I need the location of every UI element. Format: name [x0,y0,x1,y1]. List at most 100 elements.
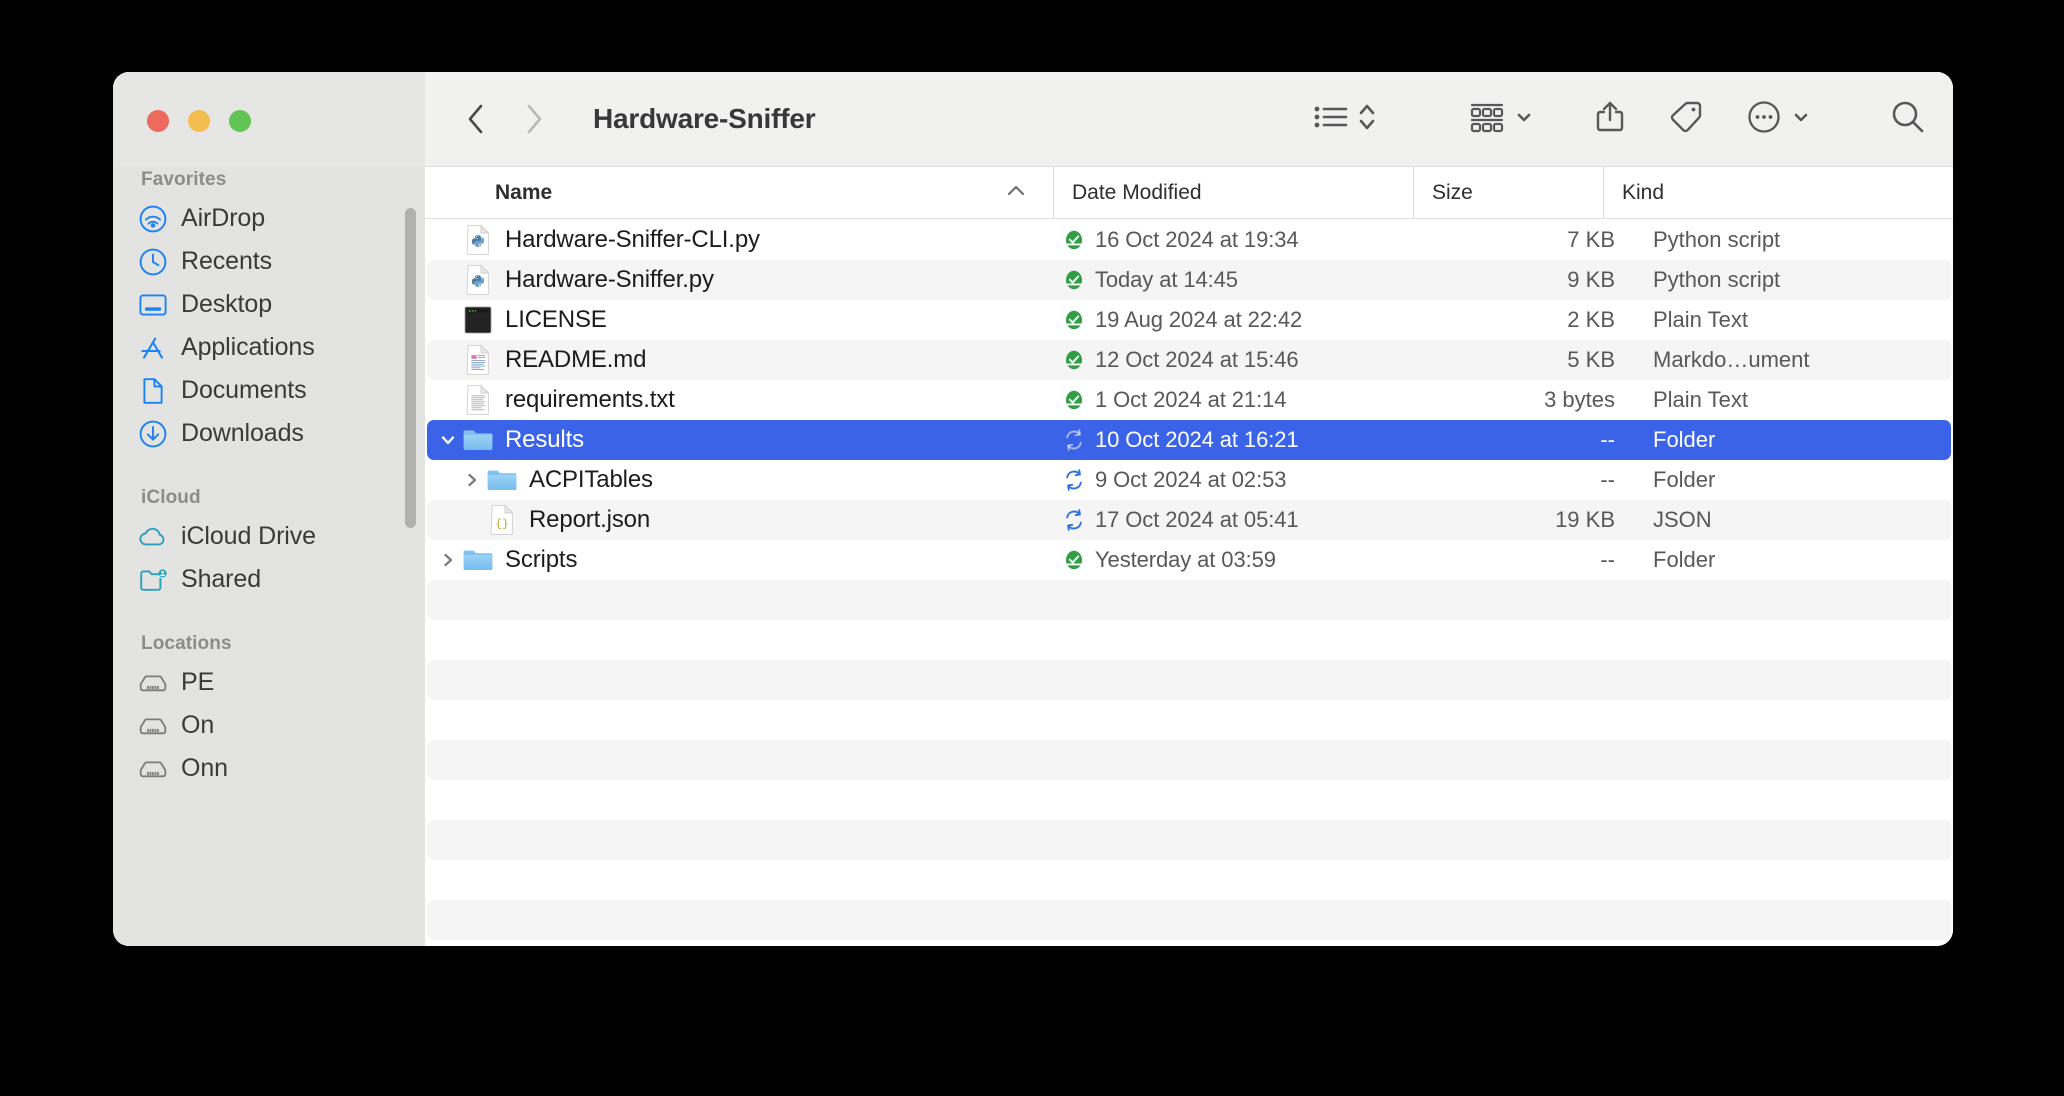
python-file-icon [461,263,495,297]
sidebar-item-downloads[interactable]: Downloads [113,412,425,455]
sidebar-item-pe[interactable]: PE [113,661,425,704]
empty-row [427,900,1951,940]
sidebar-item-shared[interactable]: Shared [113,558,425,601]
sidebar-item-label: Desktop [181,290,272,319]
cell-kind: Python script [1637,267,1951,293]
view-mode-button[interactable] [1314,101,1377,138]
column-header-date-modified[interactable]: Date Modified [1053,167,1413,218]
cell-size: -- [1451,467,1637,493]
finder-window: Favorites AirDrop Recents Desktop Applic… [113,72,1953,946]
sync-status-syncing-icon [1053,508,1095,532]
sidebar-item-label: On [181,711,214,740]
file-name-label: Hardware-Sniffer.py [505,266,714,294]
sidebar-item-applications[interactable]: Applications [113,326,425,369]
empty-row [427,820,1951,860]
cell-date-modified: 19 Aug 2024 at 22:42 [1095,307,1451,333]
file-list[interactable]: Hardware-Sniffer-CLI.py 16 Oct 2024 at 1… [425,219,1953,946]
text-file-icon [461,383,495,417]
file-name-cell[interactable]: README.md [427,343,1053,377]
sidebar-scroll-area[interactable]: Favorites AirDrop Recents Desktop Applic… [113,167,425,946]
sidebar-item-label: AirDrop [181,204,265,233]
cell-size: 7 KB [1451,227,1637,253]
table-row[interactable]: LICENSE 19 Aug 2024 at 22:422 KBPlain Te… [427,300,1951,340]
search-button[interactable] [1889,98,1927,141]
maximize-button[interactable] [229,110,251,132]
sidebar-item-label: Documents [181,376,307,405]
column-headers: Name Date Modified Size Kind [425,167,1953,219]
close-button[interactable] [147,110,169,132]
chevron-down-icon[interactable] [1514,107,1534,132]
document-icon [139,377,167,405]
table-row[interactable]: Results 10 Oct 2024 at 16:21--Folder [427,420,1951,460]
sidebar-section-spacer [113,455,425,485]
file-name-cell[interactable]: LICENSE [427,303,1053,337]
sidebar-item-recents[interactable]: Recents [113,240,425,283]
column-header-name[interactable]: Name [425,167,1053,218]
cell-date-modified: 9 Oct 2024 at 02:53 [1095,467,1451,493]
navigation-buttons [465,102,545,136]
sidebar-item-airdrop[interactable]: AirDrop [113,197,425,240]
chevron-up-down-icon[interactable] [1357,101,1377,138]
file-name-cell[interactable]: requirements.txt [427,383,1053,417]
column-header-kind[interactable]: Kind [1603,167,1953,218]
sidebar-item-label: Recents [181,247,272,276]
share-button[interactable] [1594,99,1626,140]
group-by-button[interactable] [1469,101,1534,138]
sidebar-item-onn[interactable]: Onn [113,747,425,790]
sidebar-scrollbar[interactable] [403,182,417,936]
folder-icon [461,423,495,457]
sidebar-item-on[interactable]: On [113,704,425,747]
sort-ascending-icon [1005,181,1027,205]
cell-size: 5 KB [1451,347,1637,373]
table-row[interactable]: requirements.txt 1 Oct 2024 at 21:143 by… [427,380,1951,420]
column-header-size[interactable]: Size [1413,167,1603,218]
sidebar-section-header-icloud: iCloud [113,485,425,515]
file-name-cell[interactable]: Results [427,423,1053,457]
more-actions-button[interactable] [1746,99,1811,140]
disclosure-triangle-collapsed[interactable] [459,470,485,490]
table-row[interactable]: {} Report.json 17 Oct 2024 at 05:4119 KB… [427,500,1951,540]
folder-icon [461,543,495,577]
cell-kind: Python script [1637,227,1951,253]
tag-icon [1668,99,1704,140]
minimize-button[interactable] [188,110,210,132]
sidebar-section-spacer [113,601,425,631]
sidebar-item-documents[interactable]: Documents [113,369,425,412]
page-title: Hardware-Sniffer [593,103,815,135]
table-row[interactable]: Hardware-Sniffer.py Today at 14:459 KBPy… [427,260,1951,300]
table-row[interactable]: ACPITables 9 Oct 2024 at 02:53--Folder [427,460,1951,500]
search-icon [1889,98,1927,141]
empty-row [427,580,1951,620]
cell-size: 19 KB [1451,507,1637,533]
cell-kind: Folder [1637,547,1951,573]
file-name-cell[interactable]: Scripts [427,543,1053,577]
file-name-cell[interactable]: Hardware-Sniffer.py [427,263,1053,297]
table-row[interactable]: Scripts Yesterday at 03:59--Folder [427,540,1951,580]
cell-date-modified: 16 Oct 2024 at 19:34 [1095,227,1451,253]
desktop-icon [139,291,167,319]
sidebar-section-header-favorites: Favorites [113,167,425,197]
sidebar-scrollbar-thumb[interactable] [405,208,416,528]
empty-row [427,780,1951,820]
forward-button[interactable] [523,102,545,136]
sidebar-item-icloud-drive[interactable]: iCloud Drive [113,515,425,558]
cloud-icon [139,523,167,551]
table-row[interactable]: Hardware-Sniffer-CLI.py 16 Oct 2024 at 1… [427,220,1951,260]
back-button[interactable] [465,102,487,136]
disclosure-triangle-expanded[interactable] [435,430,461,450]
chevron-down-icon[interactable] [1791,107,1811,132]
disclosure-triangle-collapsed[interactable] [435,550,461,570]
empty-row [427,660,1951,700]
sidebar-item-desktop[interactable]: Desktop [113,283,425,326]
cell-kind: Folder [1637,427,1951,453]
toolbar: Hardware-Sniffer [425,72,1953,167]
file-name-cell[interactable]: {} Report.json [427,503,1053,537]
file-name-cell[interactable]: Hardware-Sniffer-CLI.py [427,223,1053,257]
markdown-file-icon [461,343,495,377]
tags-button[interactable] [1668,99,1704,140]
file-name-label: LICENSE [505,306,607,334]
table-row[interactable]: README.md 12 Oct 2024 at 15:465 KBMarkdo… [427,340,1951,380]
file-name-label: ACPITables [529,466,653,494]
sync-status-syncing-icon [1053,428,1095,452]
file-name-cell[interactable]: ACPITables [427,463,1053,497]
